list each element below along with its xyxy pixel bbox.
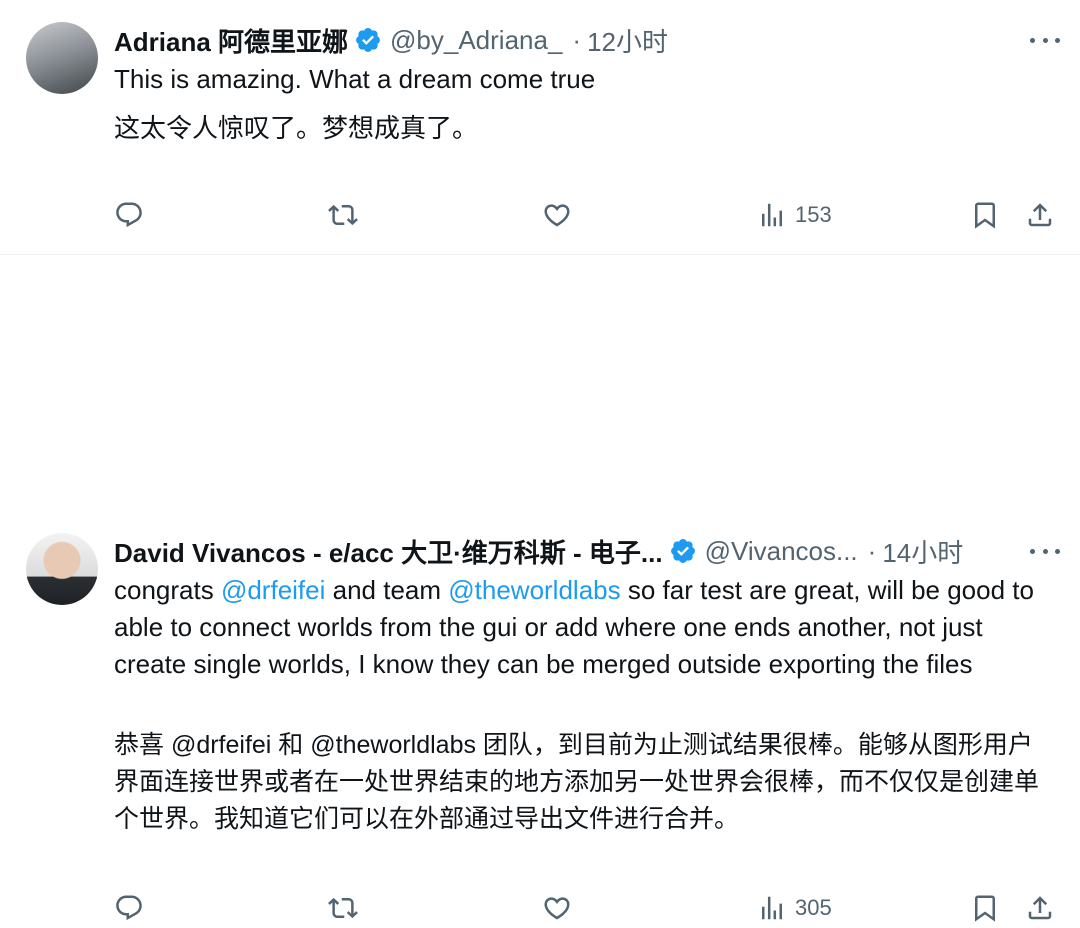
like-button[interactable] [542,200,572,230]
tweet-text: congrats @drfeifei and team @theworldlab… [114,572,1056,683]
translated-text: 恭喜 @drfeifei 和 @theworldlabs 团队，到目前为止测试结… [114,731,1040,833]
tweet-text-part: congrats [114,575,221,605]
bookmark-button[interactable] [970,200,1000,230]
views-icon [762,896,782,920]
avatar[interactable] [26,533,98,605]
retweet-icon [328,204,358,226]
reply-icon [116,202,142,228]
tweet-text-part: This is amazing. What a dream come true [114,64,596,94]
translated-text: 这太令人惊叹了。梦想成真了。 [114,113,479,143]
more-options-icon[interactable] [1030,533,1060,569]
author-handle[interactable]: @by_Adriana_ [390,25,562,56]
action-bar: 305 [114,888,1060,928]
timestamp[interactable]: 14小时 [882,533,963,570]
more-options-icon[interactable] [1030,22,1060,58]
retweet-button[interactable] [328,200,358,230]
author-handle[interactable]: @Vivancos... [705,536,858,567]
views-button[interactable]: 305 [757,893,832,923]
bookmark-icon [975,895,995,922]
mention-link[interactable]: @drfeifei [221,575,325,605]
action-bar: 153 [114,195,1060,235]
verified-badge-icon [354,26,382,54]
share-icon [1028,896,1052,920]
avatar[interactable] [26,22,98,94]
tweet[interactable]: Adriana 阿德里亚娜 @by_Adriana_ · 12小时 This i… [0,0,1080,255]
timestamp[interactable]: 12小时 [587,22,668,59]
reply-icon [116,895,142,921]
like-icon [544,897,570,920]
author-name[interactable]: Adriana 阿德里亚娜 [114,22,348,59]
tweet-header: David Vivancos - e/acc 大卫·维万科斯 - 电子... @… [114,533,1060,569]
reply-button[interactable] [114,200,144,230]
like-button[interactable] [542,893,572,923]
like-icon [544,204,570,227]
tweet[interactable]: David Vivancos - e/acc 大卫·维万科斯 - 电子... @… [0,255,1080,922]
share-button[interactable] [1025,200,1055,230]
share-button[interactable] [1025,893,1055,923]
tweet-text-part: and team [325,575,449,605]
retweet-icon [328,897,358,919]
views-button[interactable]: 153 [757,200,832,230]
mention-link[interactable]: @theworldlabs [448,575,620,605]
tweet-header: Adriana 阿德里亚娜 @by_Adriana_ · 12小时 [114,22,1060,58]
views-count: 153 [795,202,832,227]
bookmark-icon [975,202,995,229]
views-count: 305 [795,895,832,920]
views-icon [762,203,782,227]
share-icon [1028,203,1052,227]
bookmark-button[interactable] [970,893,1000,923]
tweet-text: This is amazing. What a dream come true [114,61,1056,98]
reply-button[interactable] [114,893,144,923]
separator-dot: · [572,24,582,55]
author-name[interactable]: David Vivancos - e/acc 大卫·维万科斯 - 电子... [114,533,663,570]
verified-badge-icon [669,537,697,565]
separator-dot: · [867,535,877,566]
retweet-button[interactable] [328,893,358,923]
